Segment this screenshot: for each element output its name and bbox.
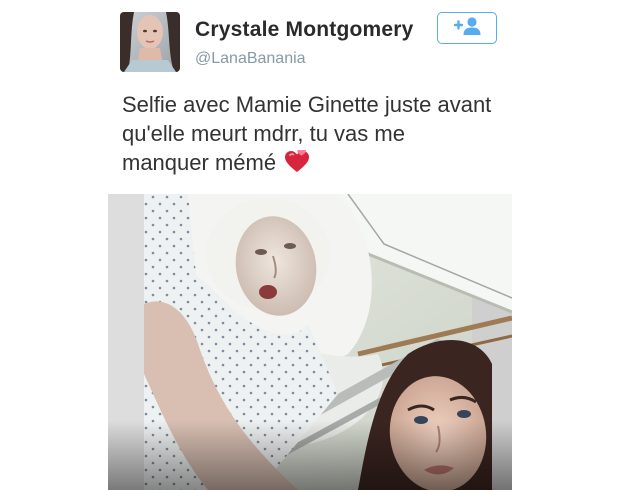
tweet-text-line-3-text: manquer mémé: [122, 150, 277, 175]
add-user-icon: [452, 16, 482, 41]
user-block: Crystale Montgomery @LanaBanania: [195, 18, 414, 68]
tweet-card: Crystale Montgomery @LanaBanania Selfie …: [0, 0, 620, 490]
tweet-text-line-3: manquer mémé: [122, 148, 522, 181]
tweet-text-line-1: Selfie avec Mamie Ginette juste avant: [122, 92, 492, 117]
tweet-text-line-2: qu'elle meurt mdrr, tu vas me: [122, 121, 405, 146]
tweet-photo[interactable]: [108, 194, 512, 490]
revolving-hearts-icon: [284, 149, 310, 181]
screen-name[interactable]: @LanaBanania: [195, 50, 414, 68]
avatar[interactable]: [120, 12, 180, 72]
display-name[interactable]: Crystale Montgomery: [195, 18, 414, 42]
follow-button[interactable]: [437, 12, 497, 44]
tweet-text: Selfie avec Mamie Ginette juste avant qu…: [122, 90, 522, 181]
